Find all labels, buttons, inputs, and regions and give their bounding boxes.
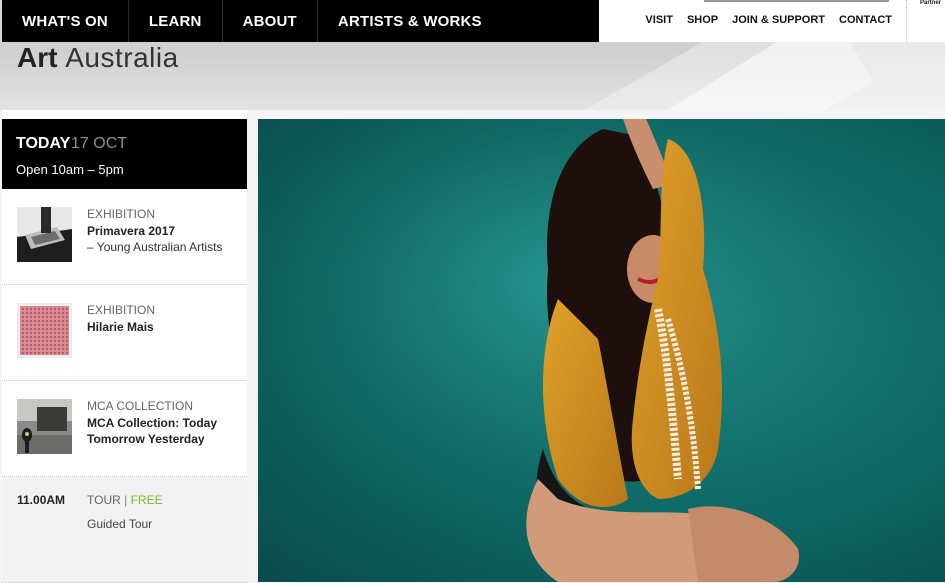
nav-shop[interactable]: SHOP [687, 14, 718, 26]
hero-image[interactable] [258, 119, 945, 582]
today-label: TODAY [16, 135, 71, 152]
utility-bar: VISIT SHOP JOIN & SUPPORT CONTACT [599, 0, 907, 42]
today-date: 17 OCT [71, 135, 128, 152]
today-panel: TODAY 17 OCT Open 10am – 5pm [2, 119, 247, 189]
logo-word-australia: Australia [65, 42, 179, 73]
tour-price: FREE [130, 493, 163, 507]
opening-hours: Open 10am – 5pm [16, 162, 124, 177]
list-item-event[interactable]: MCA COLLECTION MCA Collection: Today Tom… [2, 381, 247, 477]
pink-textile-thumbnail[interactable] [17, 303, 72, 358]
tour-time: 11.00AM [17, 493, 66, 507]
whats-on-today-sidebar: TODAY 17 OCT Open 10am – 5pm EXHIBITION … [2, 110, 247, 583]
tour-category: TOUR | FREE [87, 493, 163, 507]
hero-photo-performer [258, 119, 945, 582]
primary-nav: WHAT'S ON LEARN ABOUT ARTISTS & WORKS [2, 0, 599, 42]
event-title[interactable]: MCA Collection: Today [87, 416, 217, 431]
event-title[interactable]: Primavera 2017 [87, 224, 175, 239]
event-subtitle: – Young Australian Artists [87, 240, 223, 254]
event-subtitle: Tomorrow Yesterday [87, 432, 205, 446]
nav-learn[interactable]: LEARN [129, 0, 223, 42]
nav-visit[interactable]: VISIT [645, 14, 673, 26]
nav-whats-on[interactable]: WHAT'S ON [2, 0, 129, 42]
event-category: EXHIBITION [87, 207, 156, 221]
exhibition-thumbnail[interactable] [17, 207, 72, 262]
nav-join-support[interactable]: JOIN & SUPPORT [732, 14, 825, 26]
tour-separator: | [124, 493, 128, 507]
list-item-tour[interactable]: 11.00AM TOUR | FREE Guided Tour [2, 477, 247, 583]
nav-contact[interactable]: CONTACT [839, 14, 892, 26]
partner-logo[interactable]: Partner [907, 0, 945, 42]
list-item-event[interactable]: EXHIBITION Hilarie Mais [2, 285, 247, 381]
partner-label: Partner [920, 0, 942, 6]
nav-about[interactable]: ABOUT [223, 0, 318, 42]
utility-bar-rule [704, 0, 889, 2]
event-category: MCA COLLECTION [87, 399, 194, 413]
event-title[interactable]: Hilarie Mais [87, 320, 154, 335]
gallery-room-thumbnail[interactable] [17, 399, 72, 454]
tour-name[interactable]: Guided Tour [87, 517, 152, 531]
utility-nav: VISIT SHOP JOIN & SUPPORT CONTACT [645, 14, 892, 26]
event-category: EXHIBITION [87, 303, 156, 317]
nav-artists-works[interactable]: ARTISTS & WORKS [318, 0, 502, 42]
site-logo[interactable]: Art Australia [17, 38, 179, 78]
tour-type: TOUR [87, 493, 121, 507]
logo-word-art: Art [17, 42, 58, 73]
list-item-event[interactable]: EXHIBITION Primavera 2017 – Young Austra… [2, 189, 247, 285]
